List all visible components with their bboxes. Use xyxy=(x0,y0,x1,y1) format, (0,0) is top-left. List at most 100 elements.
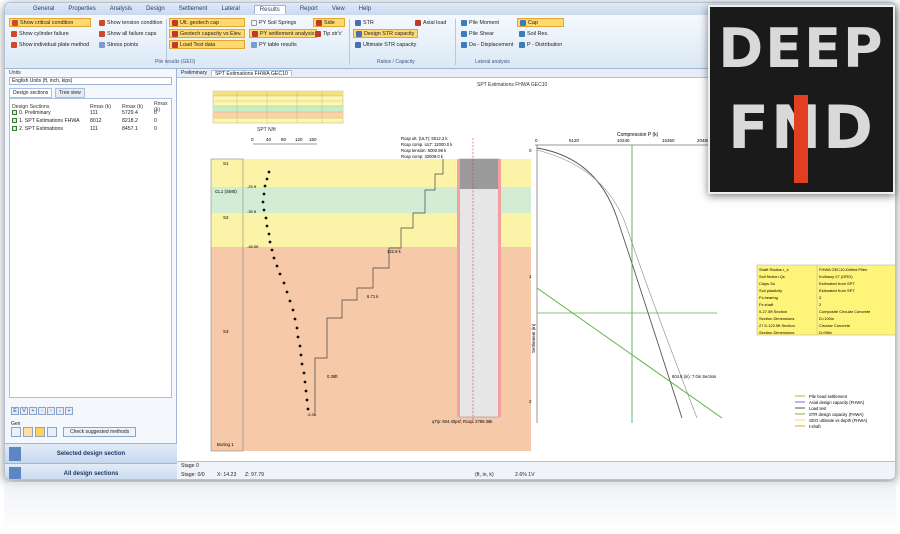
group-label-lateral: Lateral analysis xyxy=(475,59,510,65)
py-settlement-button[interactable]: PY settlement analysis xyxy=(249,29,318,38)
tip-button[interactable]: Tip str'c' xyxy=(313,29,345,38)
ribbon-separator xyxy=(349,19,350,65)
qult-label-2: Rcap tension: 5000.98 k xyxy=(401,148,447,153)
side-icon xyxy=(316,19,322,26)
load-icon xyxy=(415,19,421,26)
points-icon xyxy=(99,41,105,48)
geotech-elev-button[interactable]: Geotech capacity vs Elev. xyxy=(169,29,245,38)
check-suggested-button[interactable]: Check suggested methods xyxy=(63,427,137,437)
settle-tick-0: 0 xyxy=(529,148,532,153)
table-row[interactable]: 2. SPT Estimations 111 8457.1 0 xyxy=(12,125,169,133)
tab-settlement[interactable]: Settlement xyxy=(179,6,208,12)
table-row[interactable]: 0. Preliminary 111 5729.4 0 xyxy=(12,109,169,117)
legend-item-2: Load test xyxy=(809,406,827,411)
selected-section-button[interactable]: Selected design section xyxy=(5,443,177,463)
side-button[interactable]: Side xyxy=(313,18,345,27)
tab-properties[interactable]: Properties xyxy=(68,6,95,12)
str-icon xyxy=(355,41,361,48)
add-more-button[interactable]: + xyxy=(65,407,73,415)
ribbon-col-9: Cap Soil Res. P - Distribution xyxy=(517,18,565,49)
settle-note: 604.8 (in): 7.0in Section xyxy=(672,374,717,379)
axial-load-button[interactable]: Axial load xyxy=(413,18,448,27)
spring-icon xyxy=(251,19,257,26)
pile-moment-button[interactable]: Pile Moment xyxy=(459,18,515,27)
deepfnd-logo: DEEP FND xyxy=(708,5,895,194)
pile-icon xyxy=(99,19,105,26)
tab-lateral[interactable]: Lateral xyxy=(221,6,239,12)
str-icon xyxy=(355,19,361,26)
tab-tree-view[interactable]: Tree view xyxy=(55,88,85,98)
layer-label-s1: S1 xyxy=(223,161,229,166)
qult-label-3: Rcap comp: 32009.0 k xyxy=(401,154,444,159)
tab-general[interactable]: General xyxy=(33,6,54,12)
soil-res-button[interactable]: Soil Res. xyxy=(517,29,564,38)
design-str-button[interactable]: Design STR capacity xyxy=(353,29,419,38)
chart-icon xyxy=(172,30,178,37)
pile-side xyxy=(498,159,501,417)
soil-icon xyxy=(519,30,525,37)
show-critical-button[interactable]: Show critical condition xyxy=(9,18,92,27)
comp-tick-2: 10240 xyxy=(617,138,630,143)
spt-value-0: 0.36ft xyxy=(327,374,338,379)
tab-view[interactable]: View xyxy=(332,6,345,12)
row-checkbox[interactable] xyxy=(12,110,17,116)
spt-axis-label: SPT N/ft xyxy=(257,127,276,133)
ribbon-col-7: Axial load xyxy=(413,18,448,27)
info-table: Shaft Radius r_s FHWA GEC10-Drilled Pile… xyxy=(756,264,895,336)
show-all-failure-button[interactable]: Show all failure caps xyxy=(97,29,164,38)
units-select[interactable]: English Units (ft, inch, kips) xyxy=(9,77,172,85)
load-test-button[interactable]: Load Test data xyxy=(169,40,245,49)
move-down-button[interactable]: ↓ xyxy=(56,407,64,415)
tool-icon-4[interactable] xyxy=(47,427,57,437)
settle-tick-2: 2 xyxy=(529,399,532,404)
status-bar: Stage 0 Stage: 0/0 X: 14.23 Z: 97.79 (ft… xyxy=(177,461,895,479)
depth-mark-3: -48.5ft xyxy=(247,244,259,249)
tool-icon-3[interactable] xyxy=(35,427,45,437)
all-sections-button[interactable]: All design sections xyxy=(5,463,177,479)
show-cylinder-button[interactable]: Show cylinder failure xyxy=(9,29,91,38)
ribbon-col-1: Show critical condition Show cylinder fa… xyxy=(9,18,92,49)
design-sections-table: Design Sections Rmax (k) Rmax (k) Rmax (… xyxy=(9,98,172,398)
ult-geotech-button[interactable]: Ult. geotech cap xyxy=(169,18,245,27)
edit-button[interactable]: E xyxy=(11,407,19,415)
svg-text:Composite Circular Concrete: Composite Circular Concrete xyxy=(819,309,871,314)
spt-tick-120: 120 xyxy=(295,137,303,142)
displacement-button[interactable]: Da - Displacement xyxy=(459,40,515,49)
py-table-button[interactable]: PY table results xyxy=(249,40,317,49)
row-checkbox[interactable] xyxy=(12,126,17,132)
move-up-button[interactable]: ↑ xyxy=(47,407,55,415)
tab-results[interactable]: Results xyxy=(253,4,286,14)
remove-button[interactable]: - xyxy=(38,407,46,415)
tool-icon-2[interactable] xyxy=(23,427,33,437)
tab-report[interactable]: Report xyxy=(300,6,318,12)
qult-label-1: Rcap comp. ULT: 12000.0 k xyxy=(401,142,453,147)
ultimate-str-button[interactable]: Ultimate STR capacity xyxy=(353,40,418,49)
tab-design-sections[interactable]: Design sections xyxy=(9,88,53,98)
show-plate-button[interactable]: Show individual plate method xyxy=(9,40,91,49)
cap-button[interactable]: Cap xyxy=(517,18,565,27)
left-panel: Units English Units (ft, inch, kips) Des… xyxy=(5,69,177,479)
capacity-label: 122.8 k xyxy=(387,249,402,254)
py-springs-button[interactable]: PY Soil Springs xyxy=(249,18,317,27)
tab-help[interactable]: Help xyxy=(359,6,371,12)
tab-preliminary[interactable]: Preliminary xyxy=(181,70,207,76)
add-button[interactable]: + xyxy=(29,407,37,415)
chart-icon xyxy=(252,30,258,37)
tool-icon-1[interactable] xyxy=(11,427,21,437)
layer-label-s3: S3 xyxy=(223,329,229,334)
row-checkbox[interactable] xyxy=(12,118,17,124)
svg-text:0-27.5ft Section: 0-27.5ft Section xyxy=(759,309,787,314)
tab-analysis[interactable]: Analysis xyxy=(110,6,132,12)
p-distribution-button[interactable]: P - Distribution xyxy=(517,40,564,49)
tab-design[interactable]: Design xyxy=(146,6,165,12)
section-nav-toolbar: E V + - ↑ ↓ + xyxy=(11,407,73,415)
spt-tick-0: 0 xyxy=(251,137,254,142)
stress-points-button[interactable]: Stress points xyxy=(97,40,164,49)
view-button[interactable]: V xyxy=(20,407,28,415)
str-button[interactable]: STR xyxy=(353,18,418,27)
show-tension-button[interactable]: Show tension condition xyxy=(97,18,164,27)
pile-shear-button[interactable]: Pile Shear xyxy=(459,29,515,38)
tab-spt-fhwa[interactable]: SPT Estimations FHWA GEC10 xyxy=(210,70,292,77)
tip-icon xyxy=(315,30,321,37)
table-row[interactable]: 1. SPT Estimations FHWA 8012 8218.2 0 xyxy=(12,117,169,125)
